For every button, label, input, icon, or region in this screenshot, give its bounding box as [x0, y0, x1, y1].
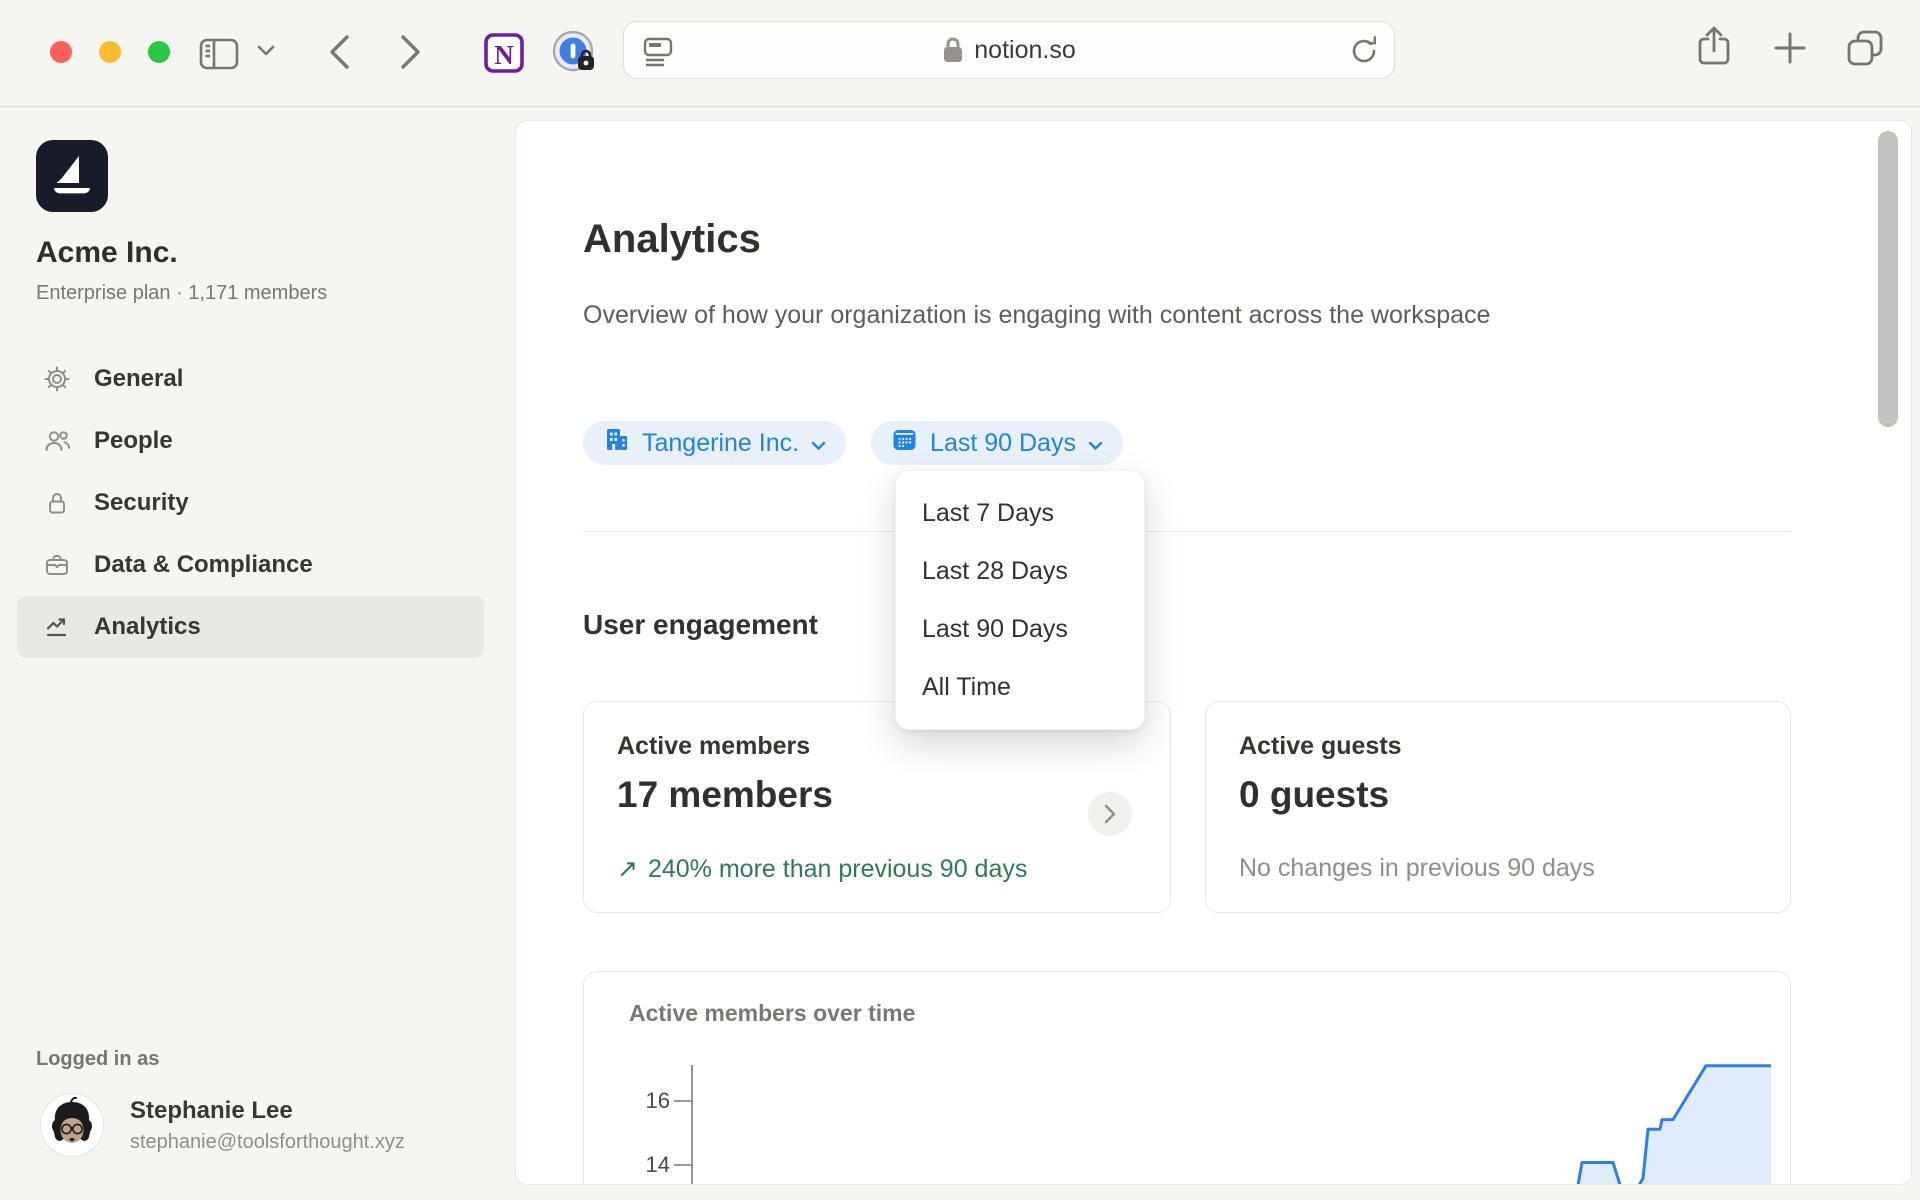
svg-text:N: N [494, 40, 514, 70]
page-title: Analytics [583, 217, 761, 262]
avatar [40, 1093, 104, 1157]
reload-icon[interactable] [1348, 35, 1380, 67]
logged-in-as-label: Logged in as [36, 1048, 159, 1071]
org-name: Acme Inc. [36, 236, 178, 270]
card-value: 17 members [617, 774, 833, 816]
menu-item-last-7-days[interactable]: Last 7 Days [896, 484, 1144, 542]
members-chart-svg [693, 1062, 1789, 1185]
org-filter-label: Tangerine Inc. [642, 429, 799, 458]
sidebar-item-people[interactable]: People [17, 410, 484, 472]
card-value: 0 guests [1239, 774, 1389, 816]
menu-item-last-90-days[interactable]: Last 90 Days [896, 600, 1144, 658]
sidebar-item-data-compliance[interactable]: Data & Compliance [17, 534, 484, 596]
sidebar-item-label: Data & Compliance [94, 551, 313, 579]
people-icon [44, 428, 70, 454]
divider [583, 531, 1791, 532]
chevron-down-icon [1088, 429, 1103, 458]
close-window-button[interactable] [50, 41, 72, 63]
section-title: User engagement [583, 609, 818, 641]
page-description: Overview of how your organization is eng… [583, 295, 1513, 335]
card-delta: No changes in previous 90 days [1239, 854, 1595, 883]
sidebar-item-analytics[interactable]: Analytics [17, 596, 484, 658]
address-bar[interactable]: notion.so [623, 21, 1395, 79]
org-filter-pill[interactable]: Tangerine Inc. [583, 421, 846, 465]
calendar-icon [891, 426, 918, 460]
card-delta: 240% more than previous 90 days [648, 855, 1027, 884]
sailboat-icon [48, 152, 96, 200]
briefcase-icon [44, 552, 70, 578]
date-range-label: Last 90 Days [930, 429, 1076, 458]
onepassword-extension-icon[interactable] [551, 29, 599, 77]
active-members-card[interactable]: Active members 17 members ↗ 240% more th… [583, 701, 1171, 913]
card-detail-button[interactable] [1088, 792, 1132, 836]
analytics-page: Analytics Overview of how your organizat… [515, 120, 1912, 1185]
zoom-window-button[interactable] [148, 41, 170, 63]
sidebar-item-label: People [94, 427, 173, 455]
browser-chrome: N notion.so [0, 0, 1920, 107]
sidebar-item-label: General [94, 365, 183, 393]
chart-title: Active members over time [629, 1000, 915, 1027]
lock-icon [44, 490, 70, 516]
y-axis-tick-label: 14 [640, 1152, 670, 1178]
tab-overview-icon[interactable] [1845, 28, 1885, 68]
sidebar-item-security[interactable]: Security [17, 472, 484, 534]
url-text: notion.so [974, 36, 1075, 65]
members-over-time-card: Active members over time 16 14 [583, 971, 1791, 1185]
org-meta: Enterprise plan · 1,171 members [36, 282, 327, 305]
settings-sidebar: Acme Inc. Enterprise plan · 1,171 member… [0, 108, 515, 1200]
range-dropdown-menu: Last 7 Days Last 28 Days Last 90 Days Al… [895, 470, 1145, 730]
active-guests-card[interactable]: Active guests 0 guests No changes in pre… [1205, 701, 1791, 913]
trend-icon [44, 614, 70, 640]
sidebar-item-label: Security [94, 489, 189, 517]
menu-item-all-time[interactable]: All Time [896, 658, 1144, 716]
building-icon [603, 426, 630, 460]
card-label: Active guests [1239, 732, 1402, 761]
back-icon[interactable] [326, 32, 352, 72]
tls-lock-icon [942, 36, 964, 64]
sidebar-item-label: Analytics [94, 613, 201, 641]
gear-icon [44, 366, 70, 392]
current-user[interactable]: Stephanie Lee stephanie@toolsforthought.… [40, 1093, 405, 1157]
share-icon[interactable] [1694, 24, 1734, 68]
sidebar-item-general[interactable]: General [17, 348, 484, 410]
chart-area [1575, 1066, 1771, 1185]
chevron-down-icon [811, 429, 826, 458]
minimize-window-button[interactable] [99, 41, 121, 63]
vertical-scrollbar-thumb[interactable] [1878, 131, 1898, 427]
sidebar-menu: General People Security [17, 348, 484, 658]
date-range-pill[interactable]: Last 90 Days [871, 421, 1123, 465]
new-tab-icon[interactable] [1772, 30, 1808, 66]
user-name: Stephanie Lee [130, 1097, 405, 1125]
chevron-right-icon [1104, 804, 1116, 824]
user-email: stephanie@toolsforthought.xyz [130, 1131, 405, 1154]
y-axis-tick [674, 1100, 692, 1102]
card-label: Active members [617, 732, 810, 761]
sidebar-toggle-icon[interactable] [198, 34, 240, 74]
workspace-logo [36, 140, 108, 212]
y-axis-tick [674, 1164, 692, 1166]
menu-item-last-28-days[interactable]: Last 28 Days [896, 542, 1144, 600]
notion-extension-icon[interactable]: N [482, 30, 526, 76]
y-axis-tick-label: 16 [640, 1088, 670, 1114]
forward-icon[interactable] [398, 32, 424, 72]
trend-up-icon: ↗ [617, 854, 638, 884]
chevron-down-icon[interactable] [256, 44, 276, 58]
